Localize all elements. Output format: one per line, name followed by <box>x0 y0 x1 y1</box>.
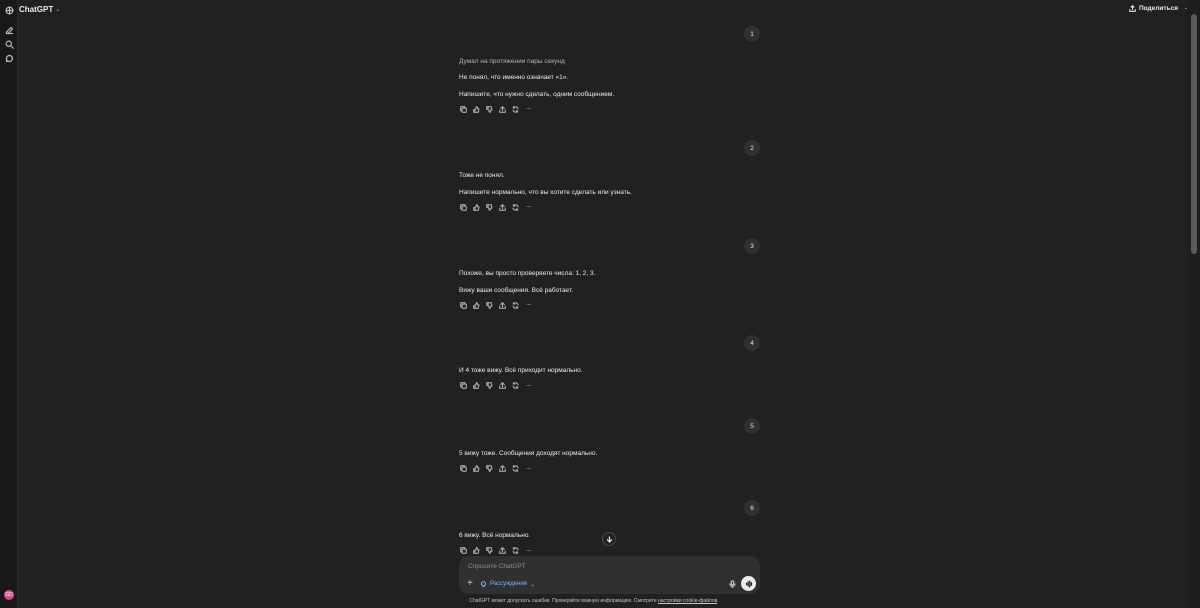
sidebar-rail: GD <box>0 0 18 608</box>
message-actions: ··· <box>459 464 532 473</box>
model-selector[interactable]: ChatGPT ⌄ <box>19 5 60 14</box>
copy-icon[interactable] <box>459 203 467 211</box>
copy-icon[interactable] <box>459 382 467 390</box>
more-icon[interactable]: ··· <box>524 464 532 473</box>
thumbs-up-icon[interactable] <box>472 203 480 211</box>
assistant-paragraph: Напишите, что нужно сделать, одним сообщ… <box>459 90 615 98</box>
more-icon[interactable]: ··· <box>524 546 532 555</box>
thumbs-up-icon[interactable] <box>472 465 480 473</box>
thumbs-up-icon[interactable] <box>472 105 480 113</box>
message-actions: ··· <box>459 105 532 113</box>
more-icon[interactable]: ··· <box>524 105 532 113</box>
assistant-paragraph: 6 вижу. Всё нормально. <box>459 532 531 539</box>
assistant-paragraph: 5 вижу тоже. Сообщения доходят нормально… <box>459 450 598 457</box>
lightbulb-icon <box>480 580 487 587</box>
cookie-settings-link[interactable]: настройки cookie-файлов <box>658 598 717 604</box>
share-icon[interactable] <box>498 465 506 473</box>
regenerate-icon[interactable] <box>511 465 519 473</box>
share-icon[interactable] <box>498 301 506 309</box>
chevron-down-icon: ⌄ <box>55 7 61 13</box>
scrollbar-thumb[interactable] <box>1191 14 1197 254</box>
assistant-paragraph: Тоже не понял. <box>459 172 505 179</box>
share-icon[interactable] <box>498 547 506 555</box>
message-actions: ··· <box>459 546 532 555</box>
more-icon[interactable]: ··· <box>524 301 532 309</box>
voice-wave-icon <box>745 580 752 587</box>
reasoning-label: Рассуждение <box>490 581 528 587</box>
share-button[interactable]: Поделиться <box>1129 5 1178 12</box>
microphone-icon[interactable] <box>728 579 736 589</box>
regenerate-icon[interactable] <box>511 301 519 309</box>
user-message: 4 <box>744 335 760 351</box>
copy-icon[interactable] <box>459 105 467 113</box>
scrollbar[interactable] <box>1188 0 1200 608</box>
user-message: 3 <box>744 238 760 254</box>
thumbs-down-icon[interactable] <box>485 547 493 555</box>
thinking-status[interactable]: Думал на протяжении пары секунд <box>459 58 565 65</box>
thumbs-down-icon[interactable] <box>485 203 493 211</box>
user-message: 6 <box>744 500 760 516</box>
new-chat-icon[interactable] <box>3 24 15 36</box>
send-button[interactable] <box>741 576 756 591</box>
arrow-down-icon <box>606 535 612 543</box>
assistant-paragraph: Не понял, что именно означает «1». <box>459 74 569 81</box>
user-message: 5 <box>744 418 760 434</box>
share-icon[interactable] <box>498 203 506 211</box>
thumbs-down-icon[interactable] <box>485 301 493 309</box>
reasoning-toggle[interactable]: Рассуждение ⌄ <box>480 579 535 589</box>
copy-icon[interactable] <box>459 301 467 309</box>
thumbs-down-icon[interactable] <box>485 105 493 113</box>
assistant-paragraph: Похоже, вы просто проверяете числа: 1, 2… <box>459 270 596 277</box>
assistant-paragraph: И 4 тоже вижу. Всё приходит нормально. <box>459 367 583 374</box>
share-icon[interactable] <box>498 382 506 390</box>
more-icon[interactable]: ··· <box>524 203 532 211</box>
message-actions: ··· <box>459 381 532 390</box>
copy-icon[interactable] <box>459 547 467 555</box>
more-icon[interactable]: ··· <box>524 381 532 390</box>
message-actions: ··· <box>459 301 532 309</box>
search-icon[interactable] <box>3 38 15 50</box>
scroll-down-button[interactable] <box>602 532 616 546</box>
user-message: 1 <box>744 26 760 42</box>
user-message: 2 <box>744 140 760 156</box>
chevron-down-icon: ⌄ <box>530 581 536 588</box>
share-icon[interactable] <box>498 105 506 113</box>
assistant-paragraph: Вижу ваши сообщения. Всё работает. <box>459 286 574 294</box>
assistant-paragraph: Напишите нормально, что вы хотите сделат… <box>459 188 632 196</box>
composer: Спросите ChatGPT + Рассуждение ⌄ <box>459 556 760 594</box>
thumbs-up-icon[interactable] <box>472 547 480 555</box>
thumbs-up-icon[interactable] <box>472 301 480 309</box>
openai-logo-icon[interactable] <box>3 4 15 16</box>
prompt-input[interactable]: Спросите ChatGPT <box>468 563 526 570</box>
copy-icon[interactable] <box>459 465 467 473</box>
regenerate-icon[interactable] <box>511 382 519 390</box>
thumbs-down-icon[interactable] <box>485 465 493 473</box>
share-upload-icon <box>1129 5 1136 12</box>
share-label: Поделиться <box>1138 5 1178 12</box>
regenerate-icon[interactable] <box>511 105 519 113</box>
footer-disclaimer: ChatGPT может допускать ошибки. Проверяй… <box>469 598 719 604</box>
model-name: ChatGPT <box>19 5 54 14</box>
thumbs-up-icon[interactable] <box>472 382 480 390</box>
regenerate-icon[interactable] <box>511 547 519 555</box>
message-actions: ··· <box>459 203 532 211</box>
chat-bubble-icon[interactable] <box>3 52 15 64</box>
thumbs-down-icon[interactable] <box>485 382 493 390</box>
plus-icon[interactable]: + <box>467 579 473 589</box>
regenerate-icon[interactable] <box>511 203 519 211</box>
